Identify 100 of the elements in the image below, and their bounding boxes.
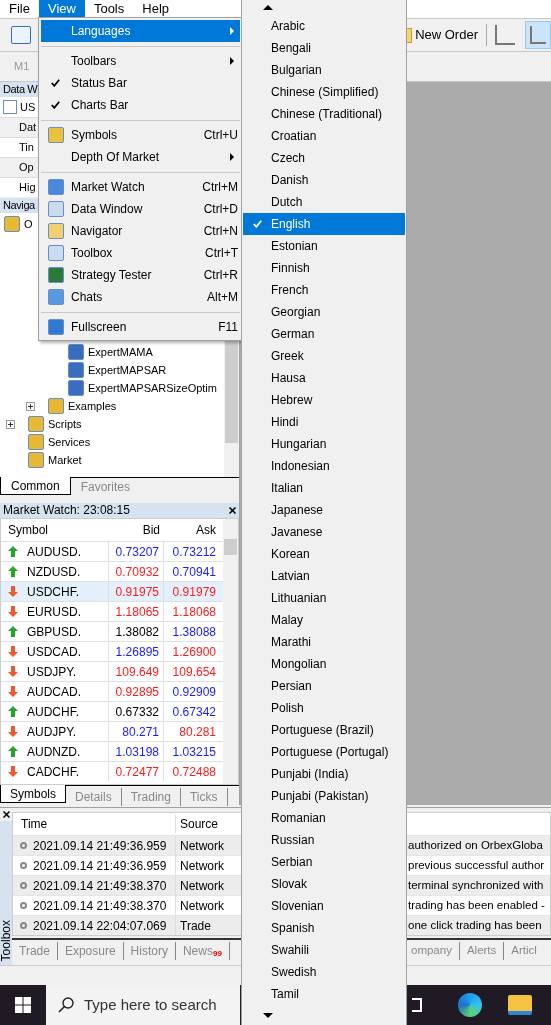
menu-item-label: Data Window [71,201,144,218]
column-header[interactable]: Time [13,815,176,833]
language-item[interactable]: Punjabi (Pakistan) [243,785,405,807]
tree-item[interactable]: ExpertMAMA [88,343,153,361]
menu-item[interactable]: Chats Alt+M [41,286,240,308]
language-item[interactable]: Finnish [243,257,405,279]
language-item[interactable]: Croatian [243,125,405,147]
menu-bar-item[interactable]: Help [133,0,178,18]
language-label: Slovak [271,876,308,893]
language-item[interactable]: Slovenian [243,895,405,917]
close-icon[interactable] [229,507,236,514]
language-item[interactable]: Lithuanian [243,587,405,609]
menu-item[interactable]: Charts Bar [41,94,240,116]
language-item[interactable]: Chinese (Simplified) [243,81,405,103]
language-item[interactable]: Chinese (Traditional) [243,103,405,125]
language-item[interactable]: Japanese [243,499,405,521]
tree-item[interactable]: ExpertMAPSARSizeOptim [88,379,217,397]
language-item[interactable]: Korean [243,543,405,565]
symbol-cell-text: USDCHF. [27,583,79,601]
toolbox-tab[interactable]: News99 [175,942,230,960]
language-item[interactable]: Persian [243,675,405,697]
language-item[interactable]: Czech [243,147,405,169]
expand-icon[interactable] [6,419,15,429]
tree-item[interactable]: ExpertMAPSAR [88,361,167,379]
scroll-down-icon[interactable] [263,1012,273,1018]
language-item[interactable]: Portuguese (Portugal) [243,741,405,763]
language-item[interactable]: Bengali [243,37,405,59]
language-item[interactable]: Javanese [243,521,405,543]
language-item[interactable]: French [243,279,405,301]
close-icon[interactable] [2,811,10,818]
language-item[interactable]: Mongolian [243,653,405,675]
language-item[interactable]: Polish [243,697,405,719]
scrollbar[interactable] [223,519,238,784]
menu-bar-item[interactable]: View [38,0,85,18]
menu-item[interactable]: Languages [41,20,240,42]
language-label: Latvian [271,568,310,585]
column-header[interactable]: Source [176,815,241,833]
language-item[interactable]: Tamil [243,983,405,1005]
scroll-up-icon[interactable] [263,5,273,10]
language-item[interactable]: Swahili [243,939,405,961]
windows-logo-icon[interactable] [15,997,31,1013]
source-cell-text: Network [179,837,225,855]
language-item[interactable]: Greek [243,345,405,367]
checkmark-icon [51,101,60,109]
menu-item[interactable]: Toolbox Ctrl+T [41,242,240,264]
language-item[interactable]: Estonian [243,235,405,257]
menu-bar-item[interactable]: File [0,0,39,18]
menu-item[interactable]: Data Window Ctrl+D [41,198,240,220]
menu-bar-item[interactable]: Tools [84,0,134,18]
tree-item[interactable]: Services [48,433,91,451]
menu-item[interactable]: Market Watch Ctrl+M [41,176,240,198]
language-item[interactable]: Italian [243,477,405,499]
language-item[interactable]: Marathi [243,631,405,653]
language-item[interactable]: Punjabi (India) [243,763,405,785]
language-label: Dutch [271,194,303,211]
menu-item[interactable]: Navigator Ctrl+N [41,220,240,242]
menu-item[interactable]: Toolbars [41,50,240,72]
language-item[interactable]: German [243,323,405,345]
language-item[interactable]: Dutch [243,191,405,213]
panel-tab[interactable]: Common [0,477,71,495]
language-item[interactable]: Arabic [243,15,405,37]
language-item[interactable]: Malay [243,609,405,631]
column-header[interactable]: Symbol [1,521,109,539]
language-item[interactable]: Hebrew [243,389,405,411]
language-item[interactable]: Russian [243,829,405,851]
menu-item[interactable]: Fullscreen F11 [41,316,240,338]
menu-item[interactable]: Strategy Tester Ctrl+R [41,264,240,286]
taskbar-search-field[interactable]: Type here to search [46,985,240,1025]
language-item[interactable]: Slovak [243,873,405,895]
menu-item[interactable]: Symbols Ctrl+U [41,124,240,146]
language-item[interactable]: Indonesian [243,455,405,477]
language-item[interactable]: Spanish [243,917,405,939]
language-item[interactable]: English [243,213,405,235]
menu-item[interactable]: Status Bar [41,72,240,94]
language-item[interactable]: Georgian [243,301,405,323]
language-label: Slovenian [271,898,324,915]
tree-item[interactable]: O [24,215,33,233]
tree-item[interactable]: Examples [68,397,117,415]
language-item[interactable]: Danish [243,169,405,191]
language-item[interactable]: Latvian [243,565,405,587]
language-item[interactable]: Hindi [243,411,405,433]
tree-item[interactable]: Market [48,451,82,469]
language-item[interactable]: Swedish [243,961,405,983]
menu-item-icon [47,245,64,261]
language-item[interactable]: Romanian [243,807,405,829]
column-header[interactable]: Bid [109,521,164,539]
submenu-arrow-icon [230,57,234,65]
language-label: Spanish [271,920,315,937]
menu-item[interactable]: Depth Of Market [41,146,240,168]
language-item[interactable]: Portuguese (Brazil) [243,719,405,741]
language-item[interactable]: Hausa [243,367,405,389]
language-item[interactable]: Hungarian [243,433,405,455]
tree-item[interactable]: Scripts [48,415,82,433]
expand-icon[interactable] [26,401,35,411]
down-arrow-icon [8,646,18,657]
panel-tab[interactable]: Symbols [0,785,66,803]
language-item[interactable]: Bulgarian [243,59,405,81]
column-header[interactable]: Ask [164,521,220,539]
language-item[interactable]: Serbian [243,851,405,873]
language-label: French [271,282,309,299]
